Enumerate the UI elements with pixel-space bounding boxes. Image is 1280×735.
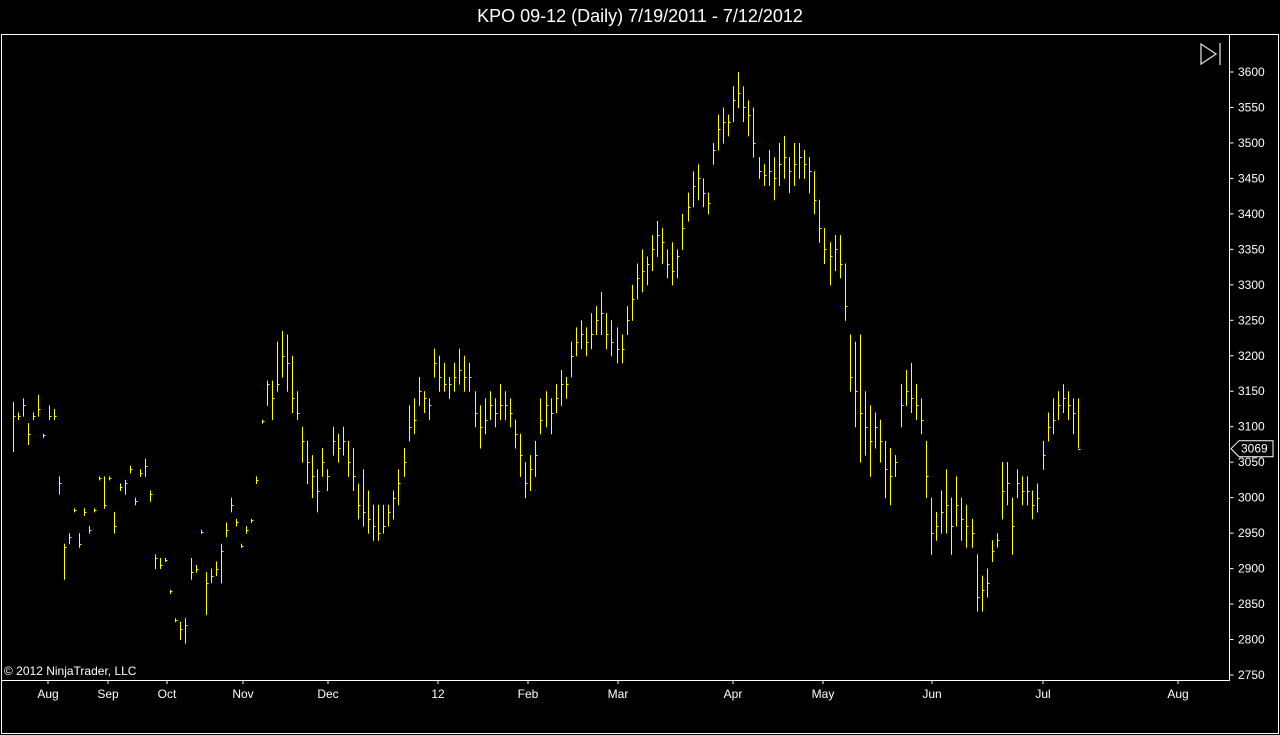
price-tick-label: 2900 <box>1238 562 1265 576</box>
price-tick-label: 3550 <box>1238 100 1265 114</box>
price-tick-label: 2800 <box>1238 633 1265 647</box>
time-tick-label: May <box>812 687 835 701</box>
price-tick-label: 3200 <box>1238 349 1265 363</box>
last-price-label: 3069 <box>1241 442 1268 456</box>
price-tick-label: 3050 <box>1238 455 1265 469</box>
time-tick-label: Mar <box>608 687 629 701</box>
time-tick-label: Dec <box>317 687 338 701</box>
time-tick-label: Sep <box>97 687 119 701</box>
last-price-marker: 3069 <box>1230 440 1274 458</box>
price-chart[interactable]: 2750 2800 2850 2900 2950 3000 3050 3100 3150 3200… <box>0 0 1280 735</box>
time-tick-label: Nov <box>232 687 253 701</box>
chart-panel-border <box>1 34 1279 734</box>
time-tick-label: 12 <box>431 687 445 701</box>
time-tick-label: Jul <box>1035 687 1050 701</box>
time-tick-label: Oct <box>158 687 177 701</box>
price-tick-label: 3350 <box>1238 242 1265 256</box>
copyright-notice: © 2012 NinjaTrader, LLC <box>4 664 137 678</box>
scroll-to-end-button[interactable] <box>1196 41 1224 67</box>
price-tick-label: 2950 <box>1238 526 1265 540</box>
price-tick-label: 3250 <box>1238 313 1265 327</box>
price-tick-label: 3300 <box>1238 278 1265 292</box>
price-tick-label: 3500 <box>1238 136 1265 150</box>
price-tick-label: 3000 <box>1238 491 1265 505</box>
price-tick-label: 3450 <box>1238 171 1265 185</box>
price-tick-label: 3600 <box>1238 65 1265 79</box>
price-tick-label: 3150 <box>1238 384 1265 398</box>
price-tick-label: 3400 <box>1238 207 1265 221</box>
time-tick-label: Apr <box>724 687 743 701</box>
time-tick-label: Jun <box>922 687 941 701</box>
price-tick-label: 3100 <box>1238 420 1265 434</box>
price-tick-label: 2750 <box>1238 668 1265 682</box>
price-tick-label: 2850 <box>1238 597 1265 611</box>
time-tick-label: Aug <box>37 687 58 701</box>
time-tick-label: Feb <box>518 687 539 701</box>
time-tick-label: Aug <box>1167 687 1188 701</box>
